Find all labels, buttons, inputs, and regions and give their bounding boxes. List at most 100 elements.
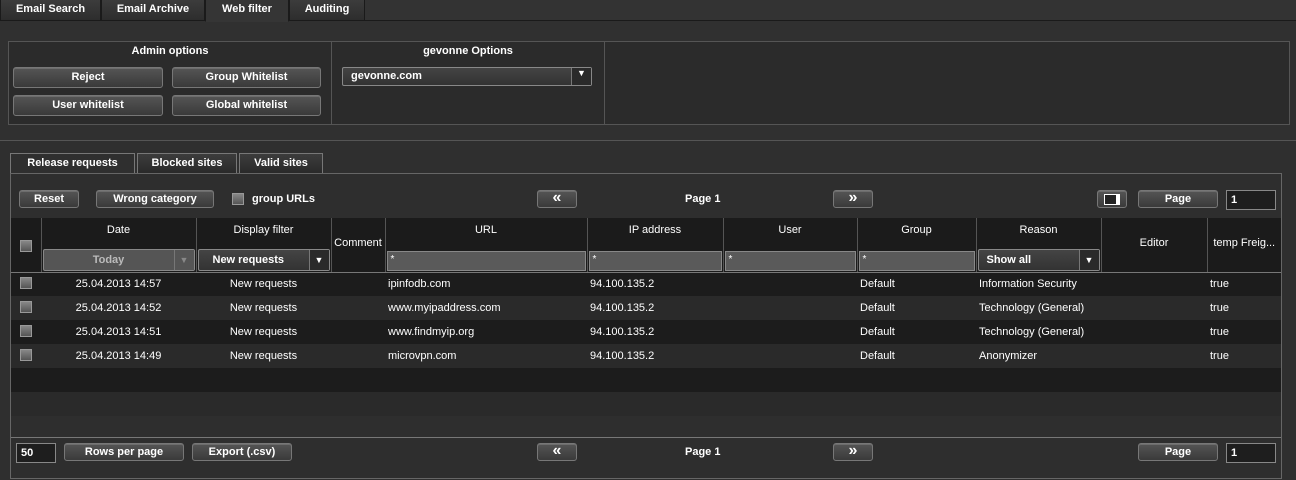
rows-per-page-button[interactable]: Rows per page	[64, 443, 184, 461]
top-tab-bar: Email Search Email Archive Web filter Au…	[0, 0, 1296, 22]
row-checkbox[interactable]	[20, 276, 32, 289]
comment-cell	[331, 296, 385, 320]
tab-web-filter[interactable]: Web filter	[205, 0, 289, 22]
date-filter-select[interactable]: Today ▼	[42, 248, 195, 271]
footer-page-indicator: Page 1	[685, 446, 721, 458]
header-row: Date Today ▼ Display filter New requests…	[11, 218, 1281, 273]
chevron-down-icon: ▼	[308, 249, 329, 270]
tab-release-requests[interactable]: Release requests	[10, 153, 135, 175]
display-filter-header-label: Display filter	[233, 224, 294, 236]
domain-options-title: gevonne Options	[423, 45, 513, 57]
footer-prev-page-button[interactable]: «	[537, 443, 577, 461]
prev-page-button[interactable]: «	[537, 190, 577, 208]
page-input[interactable]	[1226, 190, 1276, 210]
admin-panel: Admin options Reject Group Whitelist Use…	[8, 41, 1290, 125]
table-row[interactable]: 25.04.2013 14:51 New requests www.findmy…	[11, 320, 1281, 344]
user-header: User *	[723, 218, 858, 273]
ip-cell: 94.100.135.2	[587, 320, 723, 344]
ip-filter-input[interactable]: *	[588, 250, 722, 271]
row-checkbox[interactable]	[20, 300, 32, 313]
url-header: URL *	[385, 218, 588, 273]
main-panel: Release requests Blocked sites Valid sit…	[0, 140, 1296, 480]
date-cell: 25.04.2013 14:51	[41, 320, 196, 344]
ip-cell: 94.100.135.2	[587, 272, 723, 296]
tab-email-search[interactable]: Email Search	[0, 0, 101, 21]
select-all-checkbox[interactable]	[19, 240, 32, 252]
status-cell: New requests	[196, 296, 331, 320]
window-icon	[1104, 194, 1120, 205]
temp-cell: true	[1207, 296, 1281, 320]
chevron-down-icon: ▼	[1078, 249, 1099, 270]
reset-button[interactable]: Reset	[19, 190, 79, 208]
next-page-button[interactable]: »	[833, 190, 873, 208]
double-chevron-left-icon: «	[552, 189, 562, 206]
domain-select[interactable]: gevonne.com ▼	[342, 67, 592, 86]
url-header-label: URL	[474, 224, 497, 236]
reject-button[interactable]: Reject	[13, 67, 163, 88]
editor-header-label: Editor	[1139, 237, 1169, 249]
temp-cell: true	[1207, 344, 1281, 368]
temp-header-label: temp Freig...	[1213, 237, 1276, 249]
reason-filter-select[interactable]: Show all ▼	[977, 248, 1100, 271]
requests-table: Date Today ▼ Display filter New requests…	[11, 218, 1281, 416]
temp-cell: true	[1207, 272, 1281, 296]
user-whitelist-button[interactable]: User whitelist	[13, 95, 163, 116]
footer-next-page-button[interactable]: »	[833, 443, 873, 461]
group-cell: Default	[857, 272, 976, 296]
footer-divider	[11, 437, 1281, 438]
tab-blocked-sites[interactable]: Blocked sites	[137, 153, 237, 173]
url-cell: ipinfodb.com	[385, 272, 587, 296]
column-chooser-button[interactable]	[1097, 190, 1127, 208]
status-cell: New requests	[196, 272, 331, 296]
table-row[interactable]: 25.04.2013 14:49 New requests microvpn.c…	[11, 344, 1281, 368]
group-filter-input[interactable]: *	[858, 250, 975, 271]
tab-auditing[interactable]: Auditing	[289, 0, 365, 21]
date-header-label: Date	[106, 224, 131, 236]
user-filter-input[interactable]: *	[724, 250, 856, 271]
row-checkbox[interactable]	[20, 348, 32, 361]
wrong-category-button[interactable]: Wrong category	[96, 190, 214, 208]
date-filter-value: Today	[92, 253, 125, 266]
temp-cell: true	[1207, 320, 1281, 344]
chevron-down-icon: ▼	[571, 68, 591, 85]
comment-cell	[331, 344, 385, 368]
table-row[interactable]: 25.04.2013 14:57 New requests ipinfodb.c…	[11, 272, 1281, 296]
empty-row	[11, 392, 1281, 416]
group-whitelist-button[interactable]: Group Whitelist	[172, 67, 321, 88]
rows-per-page-input[interactable]	[16, 443, 56, 463]
domain-options-section: gevonne Options gevonne.com ▼	[332, 42, 605, 124]
temp-header: temp Freig...	[1207, 218, 1281, 273]
user-header-label: User	[778, 224, 802, 236]
row-checkbox[interactable]	[20, 324, 32, 337]
reason-cell: Information Security	[976, 272, 1101, 296]
url-filter-input[interactable]: *	[386, 250, 586, 271]
editor-cell	[1101, 320, 1207, 344]
select-all-header	[11, 218, 42, 273]
page-button[interactable]: Page	[1138, 190, 1218, 208]
tab-valid-sites[interactable]: Valid sites	[239, 153, 323, 173]
admin-options-title: Admin options	[131, 45, 209, 57]
footer-page-input[interactable]	[1226, 443, 1276, 463]
ip-header: IP address *	[587, 218, 724, 273]
group-urls-checkbox[interactable]	[232, 193, 244, 205]
status-cell: New requests	[196, 344, 331, 368]
reason-filter-value: Show all	[986, 253, 1032, 266]
export-csv-button[interactable]: Export (.csv)	[192, 443, 292, 461]
tab-email-archive[interactable]: Email Archive	[101, 0, 205, 21]
double-chevron-right-icon: »	[848, 189, 858, 206]
reason-header-label: Reason	[1019, 224, 1058, 236]
date-cell: 25.04.2013 14:52	[41, 296, 196, 320]
group-cell: Default	[857, 344, 976, 368]
footer-page-button[interactable]: Page	[1138, 443, 1218, 461]
date-header: Date Today ▼	[41, 218, 197, 273]
global-whitelist-button[interactable]: Global whitelist	[172, 95, 321, 116]
group-cell: Default	[857, 320, 976, 344]
ip-cell: 94.100.135.2	[587, 296, 723, 320]
display-filter-select[interactable]: New requests ▼	[197, 248, 330, 271]
url-cell: microvpn.com	[385, 344, 587, 368]
ip-header-label: IP address	[628, 224, 682, 236]
comment-cell	[331, 272, 385, 296]
user-cell	[723, 272, 857, 296]
editor-cell	[1101, 296, 1207, 320]
table-row[interactable]: 25.04.2013 14:52 New requests www.myipad…	[11, 296, 1281, 320]
